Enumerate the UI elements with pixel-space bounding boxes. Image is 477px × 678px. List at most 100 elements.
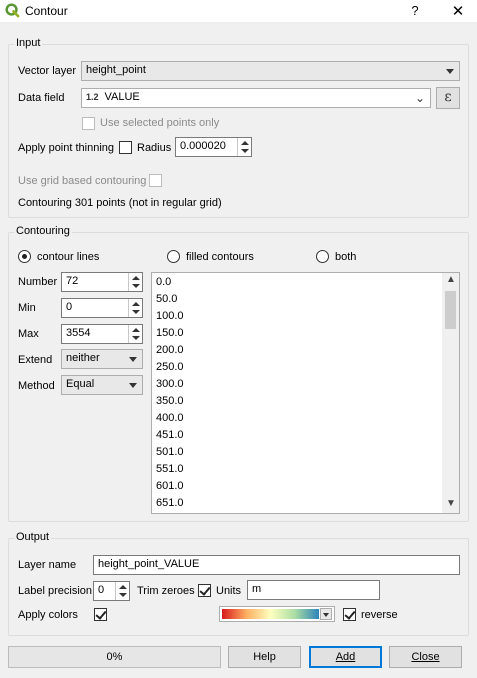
max-value: 3554: [66, 327, 91, 339]
method-combo[interactable]: Equal: [61, 375, 143, 395]
spin-buttons[interactable]: [128, 299, 142, 317]
radius-label: Radius: [137, 142, 172, 154]
radio-filled-contours[interactable]: [167, 250, 180, 263]
list-item[interactable]: 0.0: [156, 276, 171, 288]
apply-colors-label: Apply colors: [18, 609, 78, 621]
radio-both-label: both: [335, 251, 357, 263]
radio-contour-lines-label: contour lines: [37, 251, 100, 263]
layer-name-value: height_point_VALUE: [98, 558, 200, 570]
list-item[interactable]: 50.0: [156, 293, 177, 305]
scrollbar-thumb[interactable]: [445, 291, 456, 329]
layer-name-input[interactable]: height_point_VALUE: [93, 555, 460, 575]
spin-down-icon[interactable]: [132, 284, 140, 288]
use-selected-label: Use selected points only: [100, 117, 220, 129]
extend-value: neither: [66, 352, 100, 364]
spin-up-icon[interactable]: [119, 585, 127, 589]
list-item[interactable]: 451.0: [156, 429, 184, 441]
vector-layer-combo[interactable]: height_point: [81, 61, 460, 81]
dropdown-arrow-icon: [129, 357, 137, 362]
radius-value: 0.000020: [180, 140, 226, 152]
scroll-up-icon[interactable]: ▲: [446, 274, 456, 285]
radio-contour-lines[interactable]: [18, 250, 31, 263]
reverse-checkbox[interactable]: [343, 608, 356, 621]
data-field-label: Data field: [18, 92, 65, 104]
radius-spinbox[interactable]: 0.000020: [175, 137, 252, 157]
number-value: 72: [66, 275, 79, 287]
spin-down-icon[interactable]: [119, 593, 127, 597]
extend-combo[interactable]: neither: [61, 349, 143, 369]
close-icon[interactable]: ✕: [450, 2, 466, 20]
scroll-down-icon[interactable]: ▼: [446, 498, 456, 509]
title-bar: Contour ? ✕: [0, 0, 477, 22]
min-label: Min: [18, 302, 36, 314]
help-icon[interactable]: ?: [408, 3, 422, 18]
reverse-label: reverse: [361, 609, 398, 621]
list-item[interactable]: 350.0: [156, 395, 184, 407]
window-title: Contour: [25, 4, 68, 18]
spin-up-icon[interactable]: [241, 141, 249, 145]
list-item[interactable]: 551.0: [156, 463, 184, 475]
expression-button[interactable]: ε: [436, 87, 460, 109]
list-item[interactable]: 601.0: [156, 480, 184, 492]
qgis-icon: [5, 3, 20, 18]
close-button[interactable]: Close: [389, 646, 462, 668]
radio-both[interactable]: [316, 250, 329, 263]
spin-buttons[interactable]: [237, 138, 251, 156]
list-item[interactable]: 501.0: [156, 446, 184, 458]
output-group-title: Output: [14, 531, 52, 543]
contour-levels-list[interactable]: ▲ ▼ 0.0 50.0 100.0 150.0 200.0 250.0 300.0 350.…: [151, 272, 460, 514]
spin-buttons[interactable]: [128, 273, 142, 291]
progress-bar: 0%: [8, 646, 221, 668]
color-ramp-button[interactable]: [219, 606, 335, 622]
contouring-group-title: Contouring: [14, 225, 72, 237]
vector-layer-label: Vector layer: [18, 65, 77, 77]
apply-colors-checkbox[interactable]: [94, 608, 107, 621]
spin-up-icon[interactable]: [132, 302, 140, 306]
help-button[interactable]: Help: [228, 646, 301, 668]
min-spinbox[interactable]: 0: [61, 298, 143, 318]
spin-down-icon[interactable]: [132, 336, 140, 340]
units-value: m: [252, 583, 262, 595]
use-selected-checkbox[interactable]: [82, 117, 95, 130]
data-field-value: VALUE: [104, 91, 140, 103]
apply-thinning-label: Apply point thinning: [18, 142, 115, 154]
list-item[interactable]: 200.0: [156, 344, 184, 356]
close-button-label: Close: [411, 651, 440, 663]
status-text: Contouring 301 points (not in regular gr…: [18, 197, 222, 209]
grid-contouring-label: Use grid based contouring: [18, 175, 147, 187]
spin-up-icon[interactable]: [132, 276, 140, 280]
trim-zeroes-checkbox[interactable]: [198, 584, 211, 597]
add-button-label: Add: [335, 651, 356, 663]
spin-buttons[interactable]: [115, 582, 129, 600]
add-button[interactable]: Add: [309, 646, 382, 668]
list-item[interactable]: 150.0: [156, 327, 184, 339]
trim-zeroes-label: Trim zeroes: [137, 585, 195, 597]
list-item[interactable]: 651.0: [156, 497, 184, 509]
data-field-combo[interactable]: 1.2 VALUE ⌄: [81, 88, 431, 108]
number-spinbox[interactable]: 72: [61, 272, 143, 292]
spin-down-icon[interactable]: [132, 310, 140, 314]
max-label: Max: [18, 328, 39, 340]
list-item[interactable]: 400.0: [156, 412, 184, 424]
list-item[interactable]: 250.0: [156, 361, 184, 373]
apply-thinning-checkbox[interactable]: [119, 141, 132, 154]
dropdown-arrow-icon: [446, 69, 454, 74]
label-precision-label: Label precision: [18, 585, 92, 597]
list-item[interactable]: 100.0: [156, 310, 184, 322]
spin-up-icon[interactable]: [132, 328, 140, 332]
levels-scrollbar[interactable]: ▲ ▼: [442, 273, 459, 513]
spin-down-icon[interactable]: [241, 149, 249, 153]
label-precision-spinbox[interactable]: 0: [93, 581, 130, 601]
dropdown-arrow-icon[interactable]: [320, 608, 332, 620]
grid-contouring-checkbox[interactable]: [149, 174, 162, 187]
input-group-title: Input: [14, 37, 43, 49]
units-label: Units: [216, 585, 242, 597]
list-item[interactable]: 300.0: [156, 378, 184, 390]
extend-label: Extend: [18, 354, 53, 366]
max-spinbox[interactable]: 3554: [61, 324, 143, 344]
units-input[interactable]: m: [247, 580, 380, 600]
label-precision-value: 0: [98, 584, 105, 596]
color-ramp-preview: [222, 609, 319, 619]
layer-name-label: Layer name: [18, 559, 77, 571]
spin-buttons[interactable]: [128, 325, 142, 343]
